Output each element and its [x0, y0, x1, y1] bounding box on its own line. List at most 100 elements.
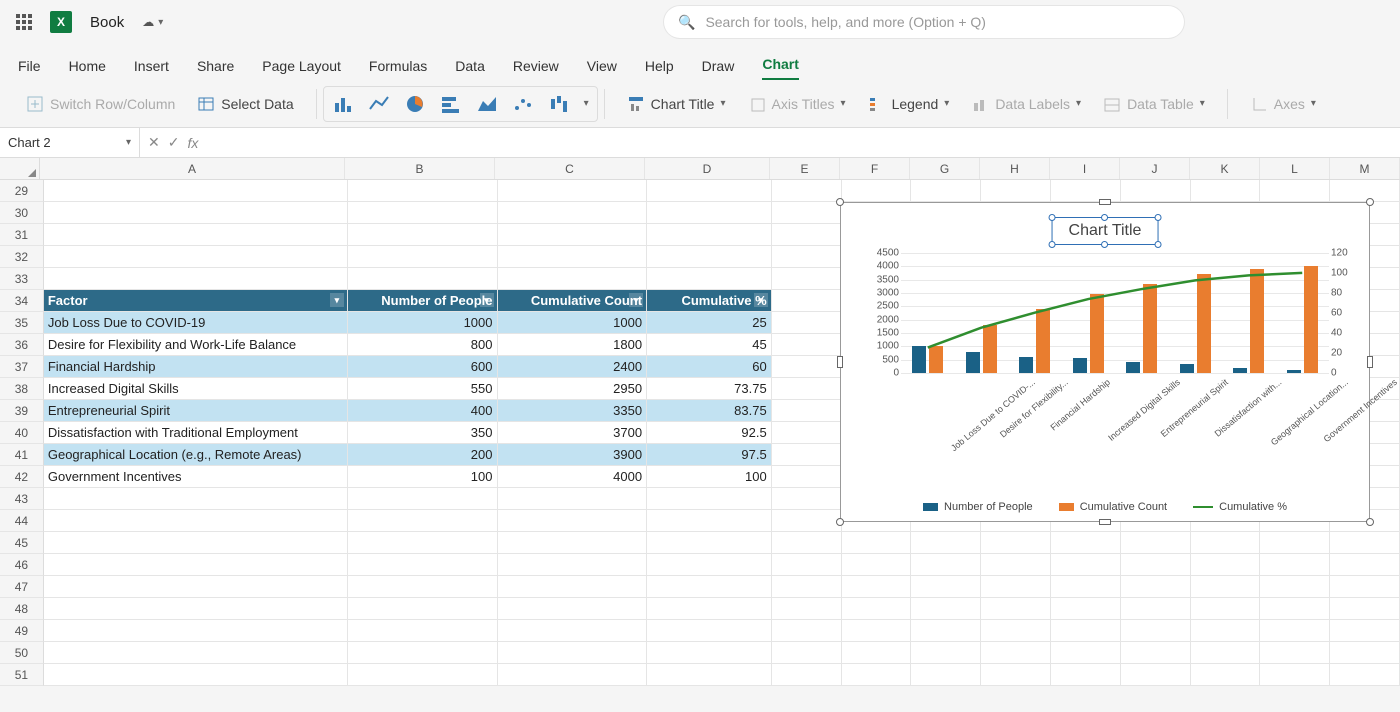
cell[interactable] — [647, 246, 772, 268]
cell[interactable] — [981, 554, 1051, 576]
column-header[interactable]: H — [980, 158, 1050, 179]
cell[interactable]: 73.75 — [647, 378, 772, 400]
waterfall-chart-icon[interactable] — [548, 93, 570, 115]
row-header[interactable]: 35 — [0, 312, 44, 334]
filter-dropdown-icon[interactable]: ▾ — [754, 293, 768, 307]
cell[interactable] — [44, 268, 348, 290]
cell[interactable] — [981, 532, 1051, 554]
row-header[interactable]: 51 — [0, 664, 44, 686]
cell[interactable] — [44, 532, 348, 554]
name-box[interactable]: Chart 2▾ — [0, 128, 140, 157]
row-header[interactable]: 30 — [0, 202, 44, 224]
cell[interactable] — [981, 620, 1051, 642]
cell[interactable]: 2400 — [498, 356, 648, 378]
cell[interactable] — [498, 224, 648, 246]
cell[interactable] — [1191, 642, 1261, 664]
cell[interactable] — [772, 224, 842, 246]
cell[interactable] — [1051, 554, 1121, 576]
row-header[interactable]: 44 — [0, 510, 44, 532]
cell[interactable] — [1121, 664, 1191, 686]
chart-title-dropdown[interactable]: Chart Title▾ — [621, 91, 732, 117]
cell[interactable] — [1051, 620, 1121, 642]
resize-handle[interactable] — [1099, 519, 1111, 525]
cell[interactable] — [1121, 554, 1191, 576]
cell[interactable] — [348, 246, 498, 268]
cell[interactable] — [772, 488, 842, 510]
cell[interactable] — [498, 180, 648, 202]
cell[interactable] — [1121, 180, 1191, 202]
cell[interactable] — [1330, 642, 1400, 664]
plot-area[interactable] — [901, 253, 1329, 373]
row-header[interactable]: 36 — [0, 334, 44, 356]
cell[interactable]: 550 — [348, 378, 498, 400]
row-header[interactable]: 41 — [0, 444, 44, 466]
cell[interactable] — [911, 180, 981, 202]
cell[interactable] — [647, 576, 772, 598]
chart-type-more-dropdown[interactable]: ▾ — [584, 98, 589, 109]
cell[interactable] — [1051, 576, 1121, 598]
cell[interactable] — [842, 620, 912, 642]
cell[interactable] — [348, 642, 498, 664]
cell[interactable] — [348, 488, 498, 510]
tab-formulas[interactable]: Formulas — [369, 58, 427, 80]
cell[interactable]: Factor▾ — [44, 290, 348, 312]
cell[interactable]: 97.5 — [647, 444, 772, 466]
cell[interactable] — [1191, 180, 1261, 202]
document-title[interactable]: Book — [90, 14, 124, 31]
row-header[interactable]: 42 — [0, 466, 44, 488]
cell[interactable] — [981, 576, 1051, 598]
save-status-dropdown[interactable]: ☁ ▾ — [142, 15, 163, 29]
cell[interactable] — [772, 246, 842, 268]
resize-handle[interactable] — [1099, 199, 1111, 205]
resize-handle[interactable] — [1367, 356, 1373, 368]
cell[interactable] — [772, 400, 842, 422]
cell[interactable] — [348, 268, 498, 290]
cell[interactable] — [1330, 620, 1400, 642]
cell[interactable] — [348, 598, 498, 620]
cell[interactable] — [842, 554, 912, 576]
cell[interactable] — [647, 488, 772, 510]
tab-chart[interactable]: Chart — [762, 56, 799, 80]
cell[interactable] — [647, 620, 772, 642]
cell[interactable] — [842, 598, 912, 620]
row-header[interactable]: 37 — [0, 356, 44, 378]
cell[interactable] — [772, 180, 842, 202]
cell[interactable] — [981, 642, 1051, 664]
data-table-dropdown[interactable]: Data Table▾ — [1097, 91, 1211, 117]
cell[interactable] — [1051, 664, 1121, 686]
cell[interactable] — [772, 312, 842, 334]
axes-dropdown[interactable]: Axes▾ — [1244, 91, 1322, 117]
cell[interactable] — [498, 246, 648, 268]
cell[interactable] — [1260, 620, 1330, 642]
resize-handle[interactable] — [1366, 518, 1374, 526]
cell[interactable] — [1330, 180, 1400, 202]
cell[interactable] — [647, 532, 772, 554]
cell[interactable]: 100 — [348, 466, 498, 488]
cell[interactable]: 60 — [647, 356, 772, 378]
cell[interactable]: Cumulative %▾ — [647, 290, 772, 312]
cell[interactable] — [647, 510, 772, 532]
filter-dropdown-icon[interactable]: ▾ — [330, 293, 344, 307]
cell[interactable] — [44, 202, 348, 224]
cell[interactable]: Dissatisfaction with Traditional Employm… — [44, 422, 348, 444]
resize-handle[interactable] — [837, 356, 843, 368]
cell[interactable]: 200 — [348, 444, 498, 466]
cell[interactable]: Cumulative Count▾ — [498, 290, 648, 312]
cell[interactable]: 400 — [348, 400, 498, 422]
axis-titles-dropdown[interactable]: Axis Titles▾ — [742, 91, 852, 117]
cell[interactable] — [498, 642, 648, 664]
cell[interactable] — [911, 598, 981, 620]
cell[interactable] — [772, 268, 842, 290]
cell[interactable] — [1051, 642, 1121, 664]
cell[interactable] — [44, 576, 348, 598]
cell[interactable] — [348, 576, 498, 598]
formula-input[interactable] — [206, 128, 1400, 157]
cell[interactable] — [772, 466, 842, 488]
cell[interactable] — [1191, 664, 1261, 686]
bar-chart-icon[interactable] — [440, 93, 462, 115]
cell[interactable] — [772, 576, 842, 598]
cell[interactable] — [44, 246, 348, 268]
cell[interactable] — [348, 664, 498, 686]
cell[interactable]: 4000 — [498, 466, 648, 488]
row-header[interactable]: 39 — [0, 400, 44, 422]
